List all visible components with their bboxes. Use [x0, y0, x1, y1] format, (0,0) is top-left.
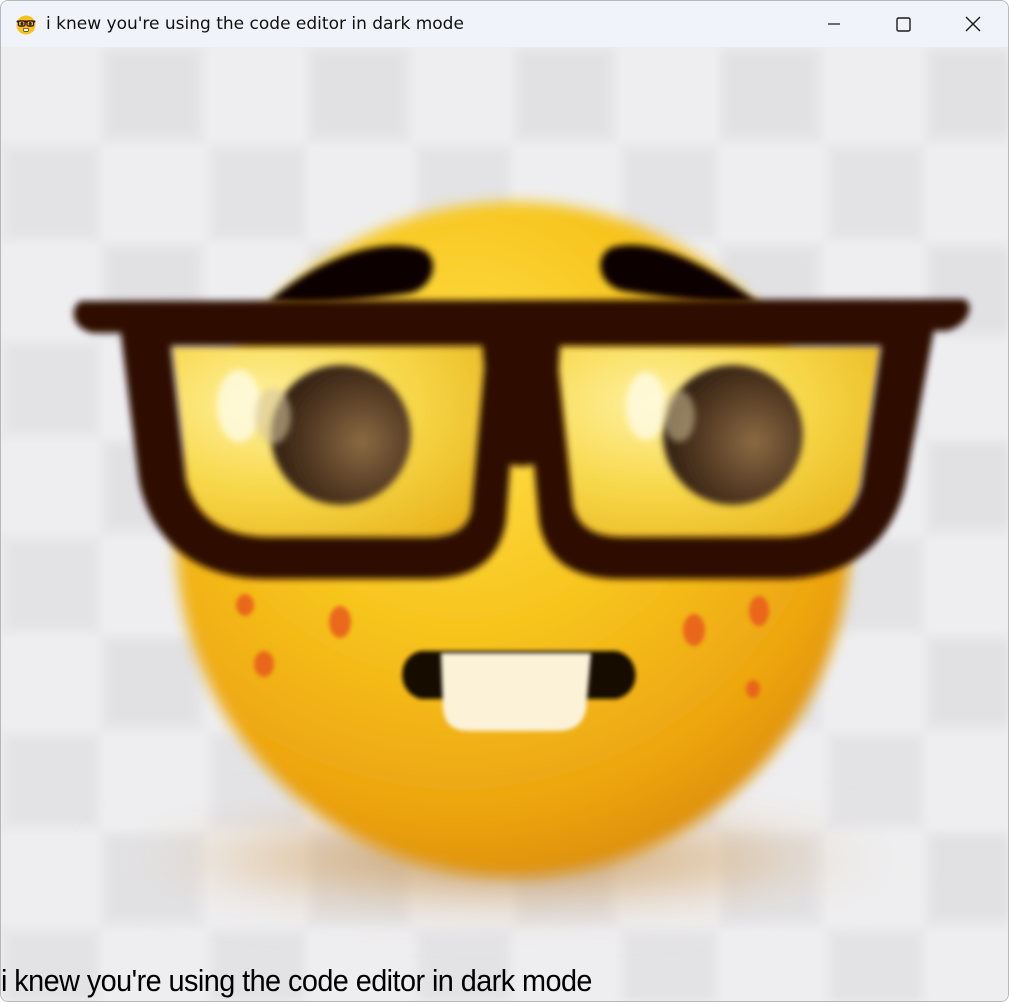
minimize-icon — [828, 23, 840, 25]
nerd-face-emoji-icon — [16, 15, 36, 35]
close-icon — [965, 16, 981, 32]
meme-caption: i knew you're using the code editor in d… — [1, 963, 592, 998]
close-button[interactable] — [938, 1, 1008, 47]
title-bar[interactable]: i knew you're using the code editor in d… — [1, 1, 1008, 47]
window-title: i knew you're using the code editor in d… — [46, 14, 464, 34]
image-viewport: i knew you're using the code editor in d… — [1, 47, 1008, 1001]
app-window: i knew you're using the code editor in d… — [0, 0, 1009, 1002]
maximize-button[interactable] — [868, 1, 938, 47]
minimize-button[interactable] — [799, 1, 869, 47]
nerd-face-emoji — [73, 202, 970, 917]
maximize-icon — [895, 16, 911, 32]
